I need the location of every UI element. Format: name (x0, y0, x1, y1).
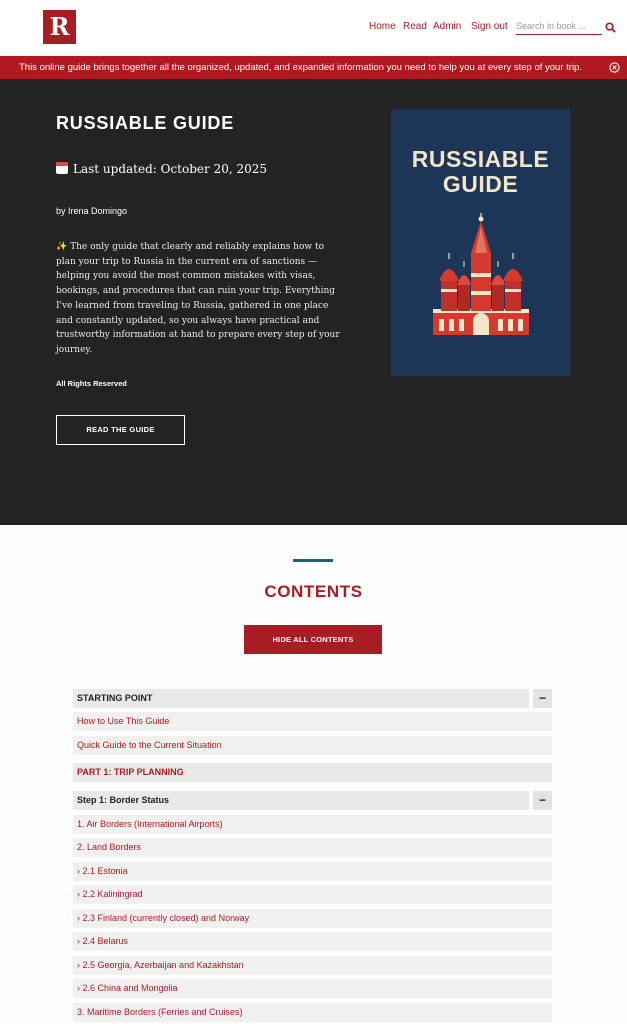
toc-link[interactable]: › 2.4 Belarus (73, 932, 552, 951)
toc-link[interactable]: › 2.3 Finland (currently closed) and Nor… (73, 909, 552, 928)
collapse-toggle[interactable]: − (533, 791, 552, 810)
toc-part-trip-planning[interactable]: PART 1: TRIP PLANNING (73, 763, 552, 782)
book-description: ✨ The only guide that clearly and reliab… (56, 240, 341, 358)
nav-home[interactable]: Home (369, 21, 396, 32)
banner-text: This online guide brings together all th… (19, 62, 582, 73)
book-title: RUSSIABLE GUIDE (56, 113, 235, 133)
site-header: R Home Read Admin Sign out (0, 0, 627, 56)
search-icon[interactable] (605, 22, 616, 33)
book-cover[interactable]: RUSSIABLE GUIDE (391, 109, 570, 376)
toc-link[interactable]: 1. Air Borders (International Airports) (73, 815, 552, 834)
search-input[interactable] (516, 18, 602, 35)
hide-all-contents-button[interactable]: HIDE ALL CONTENTS (244, 625, 382, 654)
toc-link[interactable]: How to Use This Guide (73, 712, 552, 731)
last-updated: Last updated: October 20, 2025 (56, 162, 267, 176)
toc-link[interactable]: 3. Maritime Borders (Ferries and Cruises… (73, 1003, 552, 1022)
cover-title-line1: RUSSIABLE (411, 146, 550, 172)
author: by Irena Domingo (56, 206, 128, 216)
hero-section: RUSSIABLE GUIDE Last updated: October 20… (0, 79, 627, 525)
close-icon[interactable] (609, 62, 620, 73)
toc-section-border-status[interactable]: Step 1: Border Status (73, 791, 529, 810)
nav-read[interactable]: Read (403, 21, 427, 32)
toc-link[interactable]: › 2.2 Kaliningrad (73, 885, 552, 904)
section-divider (293, 559, 333, 562)
description-text: The only guide that clearly and reliably… (56, 242, 340, 355)
toc-section-starting-point[interactable]: STARTING POINT (73, 689, 529, 708)
nav-admin[interactable]: Admin (433, 21, 461, 32)
toc-link[interactable]: › 2.6 China and Mongolia (73, 979, 552, 998)
toc-link[interactable]: › 2.1 Estonia (73, 862, 552, 881)
collapse-toggle[interactable]: − (533, 689, 552, 708)
nav-sign-out[interactable]: Sign out (471, 21, 508, 32)
toc-link[interactable]: Quick Guide to the Current Situation (73, 736, 552, 755)
sparkle-icon: ✨ (56, 242, 68, 252)
contents-title: CONTENTS (264, 582, 363, 601)
cover-title: RUSSIABLE GUIDE (391, 147, 570, 197)
toc-link[interactable]: › 2.5 Georgia, Azerbaijan and Kazakhstan (73, 956, 552, 975)
toc-link[interactable]: 2. Land Borders (73, 838, 552, 857)
site-logo[interactable]: R (43, 10, 76, 44)
cathedral-illustration (433, 213, 529, 335)
calendar-icon (56, 162, 68, 174)
rights-notice: All Rights Reserved (56, 379, 127, 388)
cover-title-line2: GUIDE (442, 171, 519, 197)
read-guide-button[interactable]: READ THE GUIDE (56, 415, 185, 445)
announcement-banner: This online guide brings together all th… (0, 56, 627, 79)
last-updated-text: Last updated: October 20, 2025 (73, 162, 268, 176)
